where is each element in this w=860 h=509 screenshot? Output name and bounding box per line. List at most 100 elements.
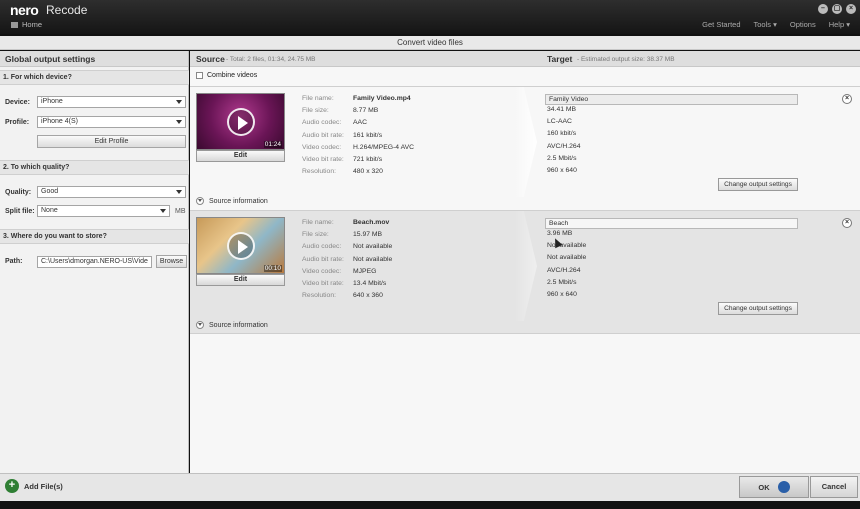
prop-label: File size: — [302, 231, 329, 239]
nero-logo: nero — [10, 2, 39, 18]
source-file-name: Family Video.mp4 — [353, 95, 411, 102]
video-thumbnail[interactable]: 00:10 — [196, 217, 285, 274]
split-unit: MB — [175, 207, 186, 215]
arrow-divider — [515, 87, 537, 197]
home-label: Home — [22, 20, 43, 29]
split-select[interactable]: None — [37, 205, 170, 217]
source-properties: File name: Family Video.mp4 File size: 8.7… — [302, 95, 414, 180]
page-title: Convert video files — [0, 36, 860, 50]
source-title: Source — [196, 54, 225, 64]
maximize-button[interactable]: ▢ — [832, 4, 842, 14]
title-bar: nero Recode Home Get Started Tools ▾ Opt… — [0, 0, 860, 34]
prop-label: Audio codec: — [302, 243, 342, 251]
source-properties: File name: Beach.mov File size: 15.97 MB A… — [302, 219, 392, 304]
split-value: None — [41, 207, 58, 214]
target-audio-bitrate: 160 kbit/s — [547, 130, 577, 138]
source-information-toggle[interactable]: Source information — [196, 321, 268, 329]
device-select[interactable]: iPhone — [37, 96, 186, 108]
global-settings-panel: Global output settings 1. For which devi… — [0, 51, 189, 473]
prop-label: Video bit rate: — [302, 155, 344, 163]
app-name: Recode — [46, 3, 88, 17]
close-window-button[interactable]: × — [846, 4, 856, 14]
target-audio-codec: Not available — [547, 242, 587, 250]
source-video-codec: MJPEG — [353, 267, 377, 275]
top-nav: Get Started Tools ▾ Options Help ▾ — [702, 20, 850, 29]
quality-section-header: 2. To which quality? — [0, 160, 189, 175]
profile-label: Profile: — [5, 118, 30, 126]
combine-label: Combine videos — [207, 72, 258, 79]
change-output-settings-button[interactable]: Change output settings — [718, 302, 798, 315]
device-label: Device: — [5, 98, 30, 106]
video-thumbnail[interactable]: 01:24 — [196, 93, 285, 150]
prop-label: File name: — [302, 95, 334, 102]
ok-label: OK — [758, 482, 770, 492]
prop-label: Audio codec: — [302, 119, 342, 127]
nav-tools[interactable]: Tools ▾ — [754, 20, 777, 29]
add-files-button[interactable]: + Add File(s) — [5, 479, 63, 493]
prop-label: Video codec: — [302, 267, 342, 275]
profile-value: iPhone 4(S) — [41, 118, 78, 125]
split-row: Split file: None MB — [5, 205, 186, 217]
target-file-size: 34.41 MB — [547, 106, 577, 113]
source-information-toggle[interactable]: Source information — [196, 197, 268, 205]
target-video-codec: AVC/H.264 — [547, 142, 581, 150]
source-information-label: Source information — [209, 321, 268, 329]
device-value: iPhone — [41, 98, 63, 105]
play-icon[interactable] — [227, 108, 255, 136]
window-controls: – ▢ × — [818, 4, 856, 14]
prop-label: Audio bit rate: — [302, 255, 344, 263]
chevron-down-icon — [196, 321, 204, 329]
source-resolution: 480 x 320 — [353, 168, 383, 176]
target-properties: Family Video 34.41 MB LC-AAC 160 kbit/s … — [545, 94, 798, 179]
home-icon — [11, 22, 18, 28]
device-row: Device: iPhone — [5, 96, 186, 108]
add-files-label: Add File(s) — [24, 481, 63, 491]
target-name-input[interactable]: Family Video — [545, 94, 798, 105]
browse-button[interactable]: Browse — [156, 255, 187, 268]
prop-label: Resolution: — [302, 168, 337, 176]
nav-options[interactable]: Options — [790, 20, 816, 29]
edit-profile-button[interactable]: Edit Profile — [37, 135, 186, 148]
target-name-input[interactable]: Beach — [545, 218, 798, 229]
prop-label: Resolution: — [302, 292, 337, 300]
change-output-settings-button[interactable]: Change output settings — [718, 178, 798, 191]
edit-button[interactable]: Edit — [196, 150, 285, 162]
path-input[interactable]: C:\Users\dmorgan.NERO-US\Vide — [37, 255, 152, 268]
nav-help[interactable]: Help ▾ — [829, 20, 850, 29]
chevron-down-icon — [176, 100, 182, 104]
nav-get-started[interactable]: Get Started — [702, 20, 740, 29]
minimize-button[interactable]: – — [818, 4, 828, 14]
target-title: Target — [547, 54, 573, 64]
combine-checkbox[interactable] — [196, 72, 203, 79]
list-item: 01:24 Edit File name: Family Video.mp4 Fi… — [190, 86, 860, 209]
source-audio-bitrate: Not available — [353, 255, 393, 263]
remove-item-icon[interactable]: × — [842, 218, 852, 228]
source-file-name: Beach.mov — [353, 219, 390, 226]
ok-button[interactable]: OK — [739, 476, 809, 498]
target-meta: - Estimated output size: 38.37 MB — [577, 56, 675, 63]
target-file-size: 3.96 MB — [547, 230, 573, 237]
combine-videos-option[interactable]: Combine videos — [196, 72, 257, 79]
prop-label: Video bit rate: — [302, 279, 344, 287]
source-video-bitrate: 721 kbit/s — [353, 155, 383, 163]
target-video-bitrate: 2.5 Mbit/s — [547, 278, 577, 286]
path-label: Path: — [5, 258, 23, 265]
target-audio-bitrate: Not available — [547, 254, 587, 262]
profile-select[interactable]: iPhone 4(S) — [37, 116, 186, 128]
quality-select[interactable]: Good — [37, 186, 186, 198]
home-link[interactable]: Home — [11, 20, 42, 29]
store-section-header: 3. Where do you want to store? — [0, 229, 189, 244]
prop-label: Video codec: — [302, 143, 342, 151]
play-icon[interactable] — [227, 232, 255, 260]
chevron-down-icon — [176, 120, 182, 124]
bottom-bar: + Add File(s) OK Cancel — [0, 473, 860, 501]
cancel-button[interactable]: Cancel — [810, 476, 858, 498]
duration-label: 01:24 — [263, 141, 282, 148]
prop-label: Audio bit rate: — [302, 131, 344, 139]
source-video-bitrate: 13.4 Mbit/s — [353, 279, 387, 287]
edit-button[interactable]: Edit — [196, 274, 285, 286]
target-properties: Beach 3.96 MB Not available Not availabl… — [545, 218, 798, 303]
path-row: Path: C:\Users\dmorgan.NERO-US\Vide Brow… — [5, 255, 187, 268]
source-resolution: 640 x 360 — [353, 292, 383, 300]
remove-item-icon[interactable]: × — [842, 94, 852, 104]
